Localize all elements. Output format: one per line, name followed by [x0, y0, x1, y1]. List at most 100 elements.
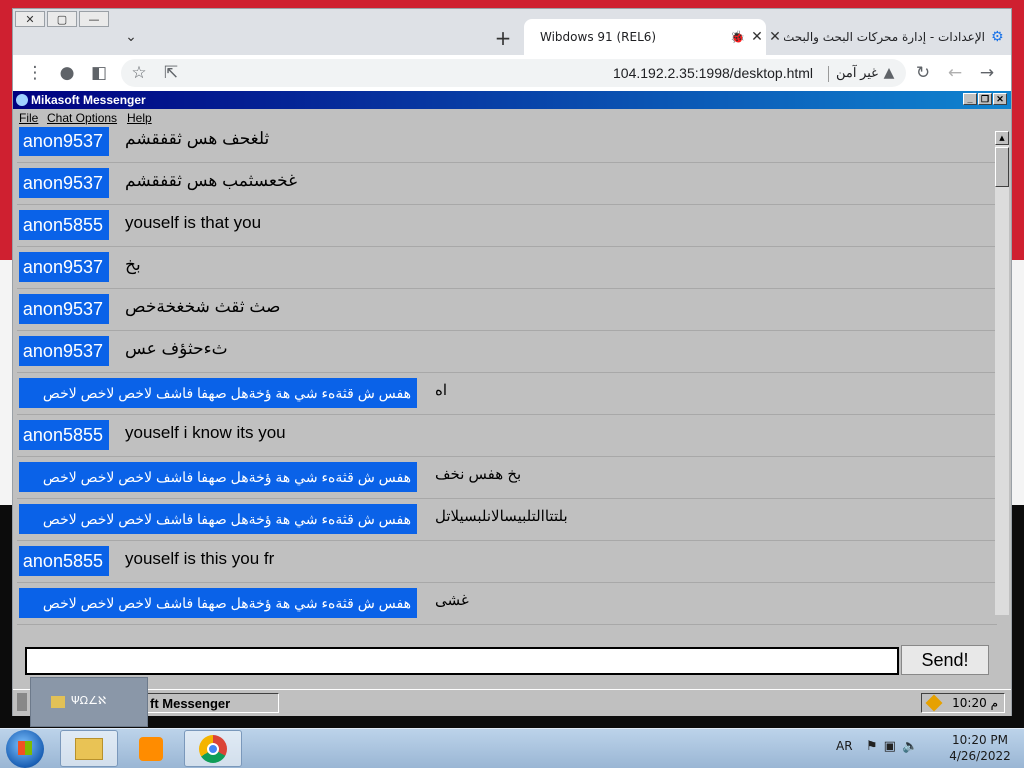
app-window-controls: _ ❐ ✕ [963, 93, 1007, 105]
url-text: 104.192.2.35:1998/desktop.html [613, 65, 814, 81]
message-row: هفس ش قثةهء شي هة ؤخةهل صهفا فاشف لاخص ل… [17, 499, 997, 541]
message-row: هفس ش قثةهء شي هة ؤخةهل صهفا فاشف لاخص ل… [17, 457, 997, 499]
message-text: بلتتاالتلبيسالانلبسيلاتل [435, 508, 568, 525]
window-minimize-button[interactable]: — [79, 11, 109, 27]
message-row: هفس ش قثةهء شي هة ؤخةهل صهفا فاشف لاخص ل… [17, 583, 997, 625]
scroll-thumb[interactable] [995, 147, 1009, 187]
tab-close-icon[interactable]: ✕ [748, 29, 766, 45]
message-text: صث ثقث شخغخةخص [125, 297, 281, 316]
author-badge[interactable]: هفس ش قثةهء شي هة ؤخةهل صهفا فاشف لاخص ل… [19, 504, 417, 534]
windows-logo-icon [18, 741, 32, 755]
app-maximize-button[interactable]: ❐ [978, 93, 992, 105]
app-start-button[interactable] [17, 693, 27, 711]
bookmark-star-icon[interactable]: ☆ [127, 61, 151, 85]
clock-date: 4/26/2022 [949, 749, 1011, 763]
author-badge[interactable]: هفس ش قثةهء شي هة ؤخةهل صهفا فاشف لاخص ل… [19, 588, 417, 618]
gear-icon: ⚙ [991, 29, 1004, 45]
message-row: anon5855 youself i know its you [17, 415, 997, 457]
pencil-icon[interactable] [925, 694, 943, 712]
author-badge[interactable]: anon9537 [19, 127, 109, 156]
author-badge[interactable]: anon9537 [19, 168, 109, 198]
menu-file[interactable]: File [19, 111, 38, 125]
tab-strip: ✕ ▢ — ⌄ + Wibdows 91 (REL6) 🐞 ✕ ✕ الإعدا… [13, 9, 1011, 55]
messenger-icon [16, 94, 28, 106]
message-text: youself i know its you [125, 423, 286, 442]
message-composer: Send! [13, 637, 1011, 683]
message-text: ثءحثؤف عس [125, 339, 228, 358]
chrome-window: ✕ ▢ — ⌄ + Wibdows 91 (REL6) 🐞 ✕ ✕ الإعدا… [12, 8, 1012, 716]
author-badge[interactable]: anon5855 [19, 420, 109, 450]
browser-toolbar: ⋮ ● ◧ ☆ ⇱ 104.192.2.35:1998/desktop.html… [13, 55, 1011, 91]
menu-chat-options[interactable]: Chat Options [47, 111, 117, 125]
message-row: anon9537 صث ثقث شخغخةخص [17, 289, 997, 331]
clock-time: 10:20 PM [952, 733, 1008, 747]
app-close-button[interactable]: ✕ [993, 93, 1007, 105]
media-player-icon [139, 736, 163, 761]
message-row: هفس ش قثةهء شي هة ؤخةهل صهفا فاشف لاخص ل… [17, 373, 997, 415]
message-scrollbar[interactable]: ▲ [995, 131, 1009, 615]
messenger-app: Mikasoft Messenger _ ❐ ✕ File Chat Optio… [13, 91, 1011, 716]
author-badge[interactable]: anon5855 [19, 546, 109, 576]
author-badge[interactable]: anon9537 [19, 252, 109, 282]
network-icon[interactable]: ▣ [884, 739, 896, 754]
thumbnail-label: ΨΩ∠ℵ [71, 694, 107, 707]
app-minimize-button[interactable]: _ [963, 93, 977, 105]
taskbar-explorer[interactable] [60, 730, 118, 767]
taskbar-chrome[interactable] [184, 730, 242, 767]
back-icon[interactable]: → [975, 61, 999, 85]
action-center-icon[interactable]: ⚑ [866, 739, 878, 754]
message-text: youself is that you [125, 213, 262, 232]
menu-dots-icon[interactable]: ⋮ [23, 61, 47, 85]
app-tray: 10:20 م [921, 693, 1005, 713]
os-taskbar: AR ⚑ ▣ 🔈 10:20 PM 4/26/2022 [0, 728, 1024, 768]
taskbar-item-messenger[interactable]: ft Messenger [143, 693, 279, 713]
app-titlebar: Mikasoft Messenger _ ❐ ✕ [13, 91, 1011, 109]
tab-search-button[interactable]: ⌄ [121, 27, 141, 47]
language-indicator[interactable]: AR [836, 739, 853, 753]
new-tab-button[interactable]: + [491, 26, 515, 50]
taskbar-media-player[interactable] [122, 730, 180, 767]
app-tray-clock: 10:20 م [952, 696, 998, 710]
taskbar-thumbnail-preview[interactable]: ΨΩ∠ℵ [30, 677, 148, 727]
divider [828, 66, 829, 82]
message-row: anon9537 ثلغحف هس ثقفقشم [17, 127, 997, 163]
message-input[interactable] [25, 647, 899, 675]
folder-icon [51, 696, 65, 708]
window-maximize-button[interactable]: ▢ [47, 11, 77, 27]
author-badge[interactable]: هفس ش قثةهء شي هة ؤخةهل صهفا فاشف لاخص ل… [19, 462, 417, 492]
warning-icon[interactable]: ▲ [877, 61, 901, 85]
author-badge[interactable]: هفس ش قثةهء شي هة ؤخةهل صهفا فاشف لاخص ل… [19, 378, 417, 408]
not-secure-label: غير آمن [836, 65, 878, 80]
window-close-button[interactable]: ✕ [15, 11, 45, 27]
author-badge[interactable]: anon5855 [19, 210, 109, 240]
tab-settings[interactable]: ✕ الإعدادات - إدارة محركات البحث والبحث … [766, 19, 1011, 55]
message-list: anon9537 ثلغحف هس ثقفقشم anon9537 غخعسثم… [17, 127, 997, 629]
system-clock[interactable]: 10:20 PM 4/26/2022 [940, 732, 1020, 764]
tab-wibdows91[interactable]: Wibdows 91 (REL6) 🐞 ✕ [524, 19, 766, 55]
message-row: anon9537 بخ [17, 247, 997, 289]
message-text: غخعسثمب هس ثقفقشم [125, 171, 297, 190]
system-tray: ⚑ ▣ 🔈 [866, 739, 918, 754]
tab-title: Wibdows 91 (REL6) [540, 30, 657, 44]
start-button[interactable] [6, 730, 44, 768]
volume-icon[interactable]: 🔈 [902, 739, 918, 754]
author-badge[interactable]: anon9537 [19, 294, 109, 324]
menu-help[interactable]: Help [127, 111, 152, 125]
author-badge[interactable]: anon9537 [19, 336, 109, 366]
message-row: anon9537 ثءحثؤف عس [17, 331, 997, 373]
send-button[interactable]: Send! [901, 645, 989, 675]
message-text: بخ [125, 255, 141, 274]
window-controls: ✕ ▢ — [15, 11, 111, 27]
scroll-up-arrow-icon[interactable]: ▲ [995, 131, 1009, 145]
message-text: youself is this you fr [125, 549, 275, 568]
app-title: Mikasoft Messenger [31, 93, 146, 107]
side-panel-icon[interactable]: ◧ [87, 61, 111, 85]
forward-icon: ← [947, 63, 963, 83]
app-menubar: File Chat Options Help [13, 109, 1011, 127]
tab-title: الإعدادات - إدارة محركات البحث والبحث في [784, 30, 985, 44]
profile-icon[interactable]: ● [55, 61, 79, 85]
reload-icon[interactable]: ↻ [911, 61, 935, 85]
tab-close-icon[interactable]: ✕ [766, 29, 784, 45]
address-bar[interactable]: ☆ ⇱ 104.192.2.35:1998/desktop.html غير آ… [121, 59, 906, 87]
share-icon[interactable]: ⇱ [159, 61, 183, 85]
